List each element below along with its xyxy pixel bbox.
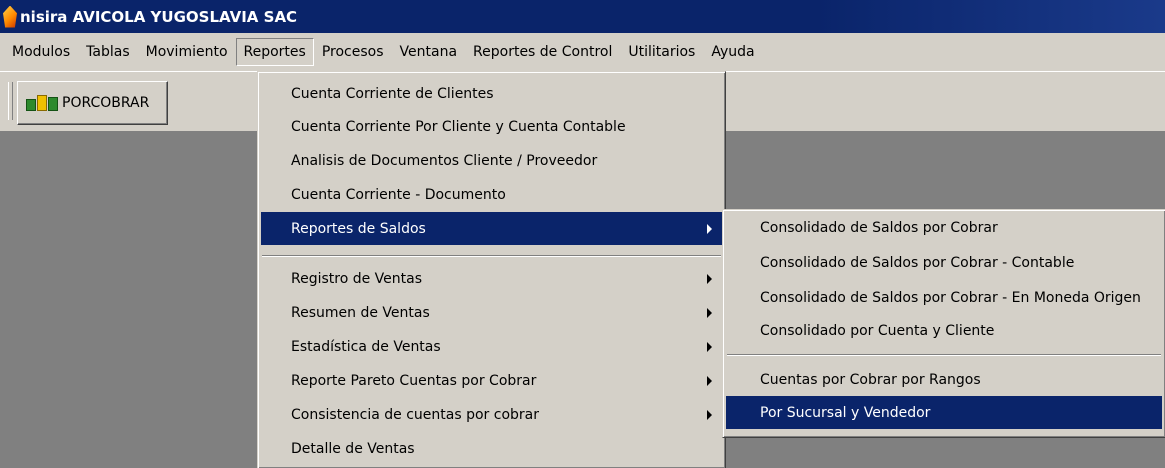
menuitem-estadistica-de-ventas[interactable]: Estadística de Ventas [261,330,722,363]
submenu-consolidado-saldos-contable[interactable]: Consolidado de Saldos por Cobrar - Conta… [726,246,1162,279]
menu-reportes-de-control[interactable]: Reportes de Control [465,38,620,66]
menu-utilitarios[interactable]: Utilitarios [620,38,703,66]
menuitem-label: Cuenta Corriente - Documento [291,186,506,203]
menu-movimiento[interactable]: Movimiento [138,38,236,66]
menu-separator [262,255,721,257]
submenu-arrow-icon [707,409,712,420]
menuitem-label: Consolidado de Saldos por Cobrar - En Mo… [760,289,1141,306]
menuitem-label: Detalle de Ventas [291,440,415,457]
menuitem-detalle-de-ventas[interactable]: Detalle de Ventas [261,432,722,465]
menuitem-label: Cuenta Corriente Por Cliente y Cuenta Co… [291,118,626,135]
menuitem-label: Reporte Pareto Cuentas por Cobrar [291,372,537,389]
reportes-de-saldos-submenu: Consolidado de Saldos por Cobrar Consoli… [722,209,1165,438]
submenu-cuentas-por-cobrar-rangos[interactable]: Cuentas por Cobrar por Rangos [726,363,1162,396]
menuitem-label: Cuenta Corriente de Clientes [291,85,494,102]
menu-bar: Modulos Tablas Movimiento Reportes Proce… [0,33,1165,71]
submenu-consolidado-cuenta-cliente[interactable]: Consolidado por Cuenta y Cliente [726,314,1162,347]
menuitem-label: Cuentas por Cobrar por Rangos [760,371,981,388]
bar-chart-icon [26,95,58,111]
menuitem-resumen-de-ventas[interactable]: Resumen de Ventas [261,296,722,329]
reportes-dropdown: Cuenta Corriente de Clientes Cuenta Corr… [257,71,726,468]
menuitem-label: Consolidado de Saldos por Cobrar - Conta… [760,254,1075,271]
menu-modulos[interactable]: Modulos [4,38,78,66]
menu-ventana[interactable]: Ventana [392,38,466,66]
menu-reportes[interactable]: Reportes [235,38,314,66]
toolbar-grip[interactable] [8,82,13,120]
menu-separator [727,354,1161,356]
menu-ayuda[interactable]: Ayuda [703,38,762,66]
submenu-arrow-icon [707,223,712,234]
menuitem-cuenta-corriente-cliente-cuenta[interactable]: Cuenta Corriente Por Cliente y Cuenta Co… [261,110,722,143]
window-title: nisira AVICOLA YUGOSLAVIA SAC [20,7,298,26]
submenu-arrow-icon [707,273,712,284]
menuitem-cuenta-corriente-documento[interactable]: Cuenta Corriente - Documento [261,178,722,211]
title-bar: nisira AVICOLA YUGOSLAVIA SAC [0,0,1165,33]
menuitem-label: Resumen de Ventas [291,304,430,321]
menuitem-label: Consolidado de Saldos por Cobrar [760,219,998,236]
porcobrar-label: PORCOBRAR [62,95,150,111]
menuitem-registro-de-ventas[interactable]: Registro de Ventas [261,262,722,295]
submenu-consolidado-saldos-moneda-origen[interactable]: Consolidado de Saldos por Cobrar - En Mo… [726,281,1162,314]
submenu-arrow-icon [707,341,712,352]
menu-tablas[interactable]: Tablas [78,38,137,66]
submenu-consolidado-saldos[interactable]: Consolidado de Saldos por Cobrar [726,211,1162,244]
menuitem-label: Registro de Ventas [291,270,423,287]
submenu-arrow-icon [707,307,712,318]
menuitem-cuenta-corriente-clientes[interactable]: Cuenta Corriente de Clientes [261,77,722,110]
submenu-por-sucursal-vendedor[interactable]: Por Sucursal y Vendedor [726,396,1162,429]
menuitem-analisis-documentos[interactable]: Analisis de Documentos Cliente / Proveed… [261,144,722,177]
menuitem-label: Estadística de Ventas [291,338,441,355]
menuitem-label: Analisis de Documentos Cliente / Proveed… [291,152,598,169]
menuitem-label: Por Sucursal y Vendedor [760,404,931,421]
menuitem-label: Consolidado por Cuenta y Cliente [760,322,995,339]
menuitem-reporte-pareto[interactable]: Reporte Pareto Cuentas por Cobrar [261,364,722,397]
menu-procesos[interactable]: Procesos [314,38,392,66]
menuitem-label: Consistencia de cuentas por cobrar [291,406,540,423]
menuitem-label: Reportes de Saldos [291,220,426,237]
porcobrar-button[interactable]: PORCOBRAR [17,81,169,125]
menuitem-consistencia-cuentas[interactable]: Consistencia de cuentas por cobrar [261,398,722,431]
submenu-arrow-icon [707,375,712,386]
menuitem-reportes-de-saldos[interactable]: Reportes de Saldos [261,212,722,245]
app-flame-icon[interactable] [3,5,17,28]
